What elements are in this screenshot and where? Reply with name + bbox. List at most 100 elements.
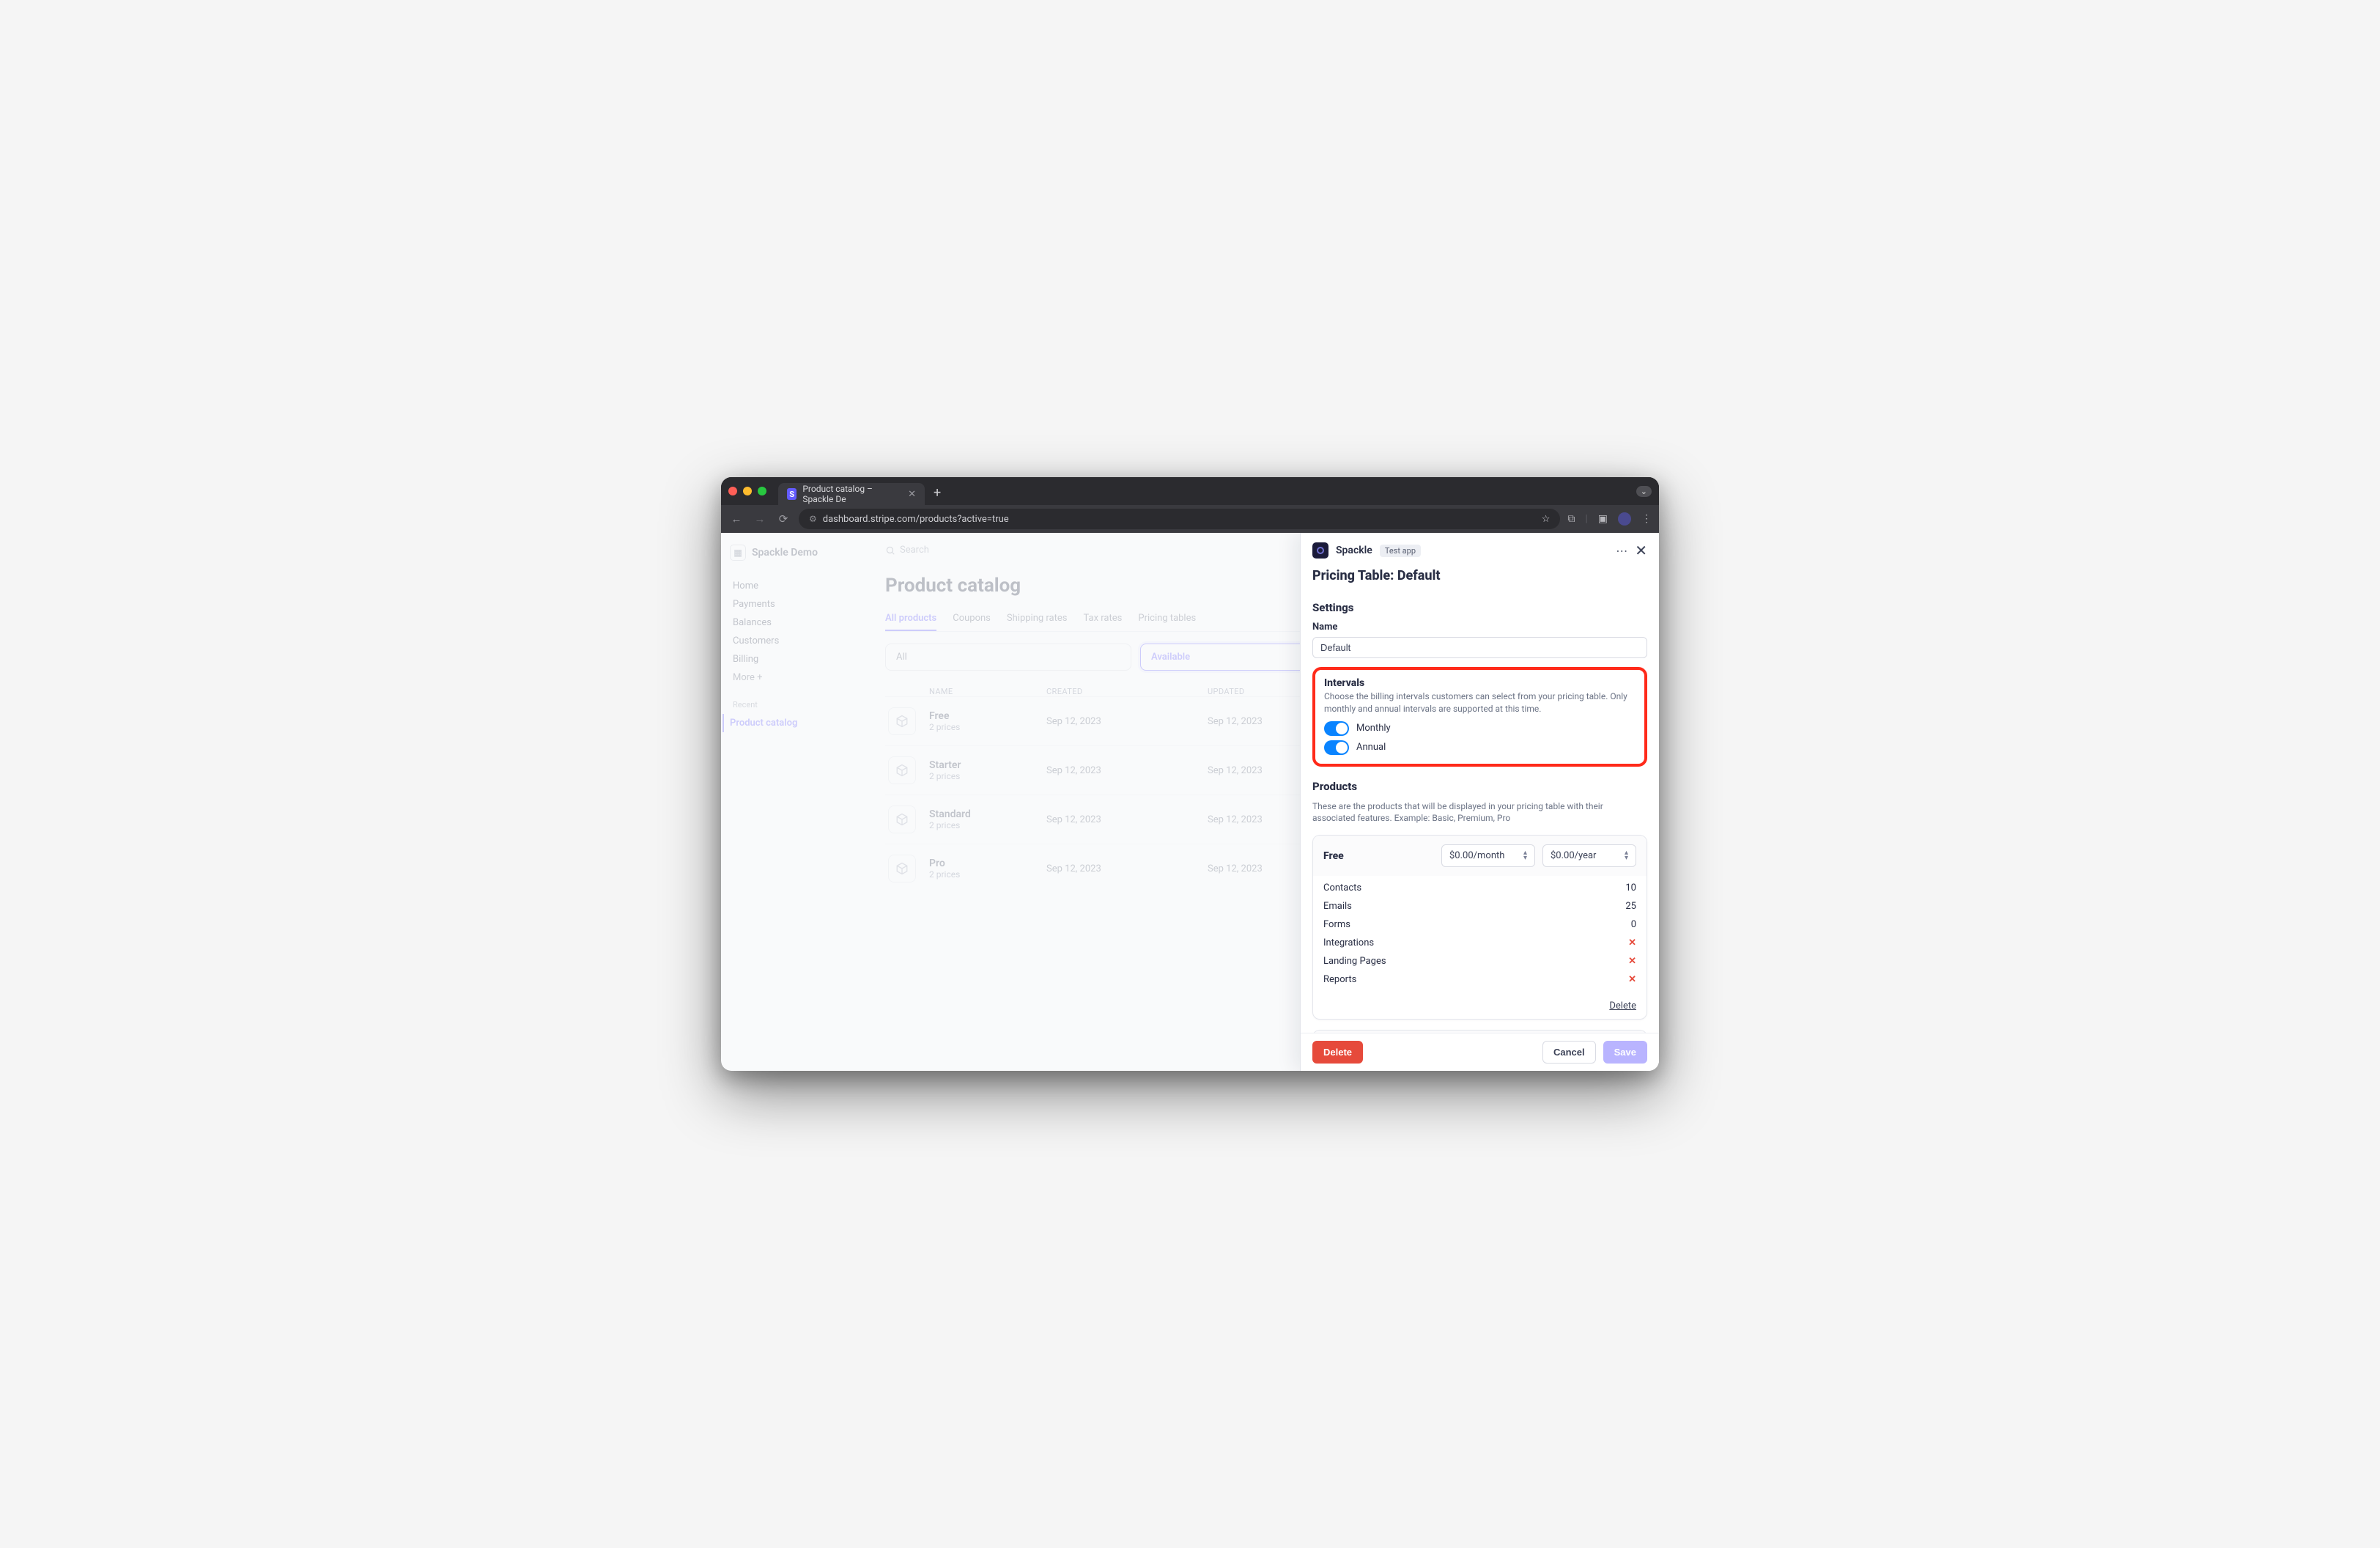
extensions-icon[interactable]: ⧉ xyxy=(1567,513,1575,525)
created-cell: Sep 12, 2023 xyxy=(1046,765,1208,776)
pricing-card-free: Free $0.00/month ▴▾ $0.00/year ▴▾ Contac… xyxy=(1312,835,1647,1020)
tab-coupons[interactable]: Coupons xyxy=(953,607,991,631)
intervals-callout: Intervals Choose the billing intervals c… xyxy=(1312,667,1647,767)
drawer-footer: Delete Cancel Save xyxy=(1301,1033,1659,1071)
product-sub: 2 prices xyxy=(929,771,1046,781)
browser-tab-bar: S Product catalog – Spackle De ✕ + ⌄ xyxy=(721,477,1659,505)
intervals-description: Choose the billing intervals customers c… xyxy=(1324,690,1636,715)
monthly-label: Monthly xyxy=(1356,723,1391,734)
product-sub: 2 prices xyxy=(929,820,1046,830)
year-price-value: $0.00/year xyxy=(1551,850,1596,861)
bookmark-star-icon[interactable]: ☆ xyxy=(1542,514,1551,525)
sidebar: ▦ Spackle Demo Home Payments Balances Cu… xyxy=(721,533,868,1071)
forward-button[interactable]: → xyxy=(752,512,768,526)
created-cell: Sep 12, 2023 xyxy=(1046,716,1208,727)
package-icon xyxy=(888,707,916,735)
pricing-table-drawer: Spackle Test app ⋯ ✕ Pricing Table: Defa… xyxy=(1300,533,1659,1071)
close-icon[interactable]: ✕ xyxy=(1635,542,1647,559)
product-name: Pro xyxy=(929,858,1046,869)
workspace-name: Spackle Demo xyxy=(752,547,818,559)
browser-tab[interactable]: S Product catalog – Spackle De ✕ xyxy=(778,483,925,505)
month-price-value: $0.00/month xyxy=(1449,850,1504,861)
search-placeholder: Search xyxy=(900,545,929,556)
spackle-logo-icon xyxy=(1312,542,1328,559)
card-name: Free xyxy=(1323,850,1434,862)
minimize-window-icon[interactable] xyxy=(743,487,752,495)
chevron-updown-icon: ▴▾ xyxy=(1523,849,1527,862)
drawer-header: Spackle Test app ⋯ ✕ xyxy=(1301,533,1659,568)
package-icon xyxy=(888,855,916,882)
page-title: Product catalog xyxy=(885,575,1021,597)
nav-billing[interactable]: Billing xyxy=(730,650,859,668)
test-app-pill: Test app xyxy=(1380,545,1421,557)
settings-heading: Settings xyxy=(1312,601,1647,614)
tab-overflow-button[interactable]: ⌄ xyxy=(1636,486,1652,497)
divider-icon: | xyxy=(1585,513,1587,525)
x-icon: ✕ xyxy=(1628,937,1636,948)
stripe-app: ▦ Spackle Demo Home Payments Balances Cu… xyxy=(721,533,1659,1071)
nav-home[interactable]: Home xyxy=(730,577,859,595)
menu-icon[interactable]: ⋮ xyxy=(1641,513,1652,525)
workspace-switcher[interactable]: ▦ Spackle Demo xyxy=(730,545,859,561)
feature-row: Forms0 xyxy=(1323,915,1636,934)
maximize-window-icon[interactable] xyxy=(758,487,766,495)
nav-customers[interactable]: Customers xyxy=(730,632,859,650)
site-settings-icon[interactable]: ⚙ xyxy=(809,514,817,524)
nav-more[interactable]: More + xyxy=(730,668,859,687)
address-bar[interactable]: ⚙ dashboard.stripe.com/products?active=t… xyxy=(799,509,1560,529)
package-icon xyxy=(888,756,916,784)
product-name: Starter xyxy=(929,759,1046,771)
panel-icon[interactable]: ▣ xyxy=(1598,513,1608,525)
x-icon: ✕ xyxy=(1628,956,1636,967)
more-icon[interactable]: ⋯ xyxy=(1616,544,1627,558)
col-name: NAME xyxy=(929,687,1046,696)
nav-product-catalog[interactable]: Product catalog xyxy=(722,714,859,732)
nav-balances[interactable]: Balances xyxy=(730,613,859,632)
package-icon xyxy=(888,806,916,833)
primary-nav: Home Payments Balances Customers Billing… xyxy=(730,577,859,687)
product-sub: 2 prices xyxy=(929,869,1046,880)
profile-avatar[interactable] xyxy=(1618,512,1631,526)
delete-button[interactable]: Delete xyxy=(1312,1041,1363,1064)
name-label: Name xyxy=(1312,622,1647,633)
close-tab-icon[interactable]: ✕ xyxy=(908,489,916,500)
stripe-favicon-icon: S xyxy=(787,488,797,500)
tab-all-products[interactable]: All products xyxy=(885,607,936,631)
reload-button[interactable]: ⟳ xyxy=(775,512,791,526)
product-name: Standard xyxy=(929,808,1046,820)
chevron-updown-icon: ▴▾ xyxy=(1625,849,1628,862)
tab-shipping-rates[interactable]: Shipping rates xyxy=(1007,607,1068,631)
cancel-button[interactable]: Cancel xyxy=(1542,1041,1596,1064)
drawer-body: Settings Name Intervals Choose the billi… xyxy=(1301,594,1659,1033)
nav-payments[interactable]: Payments xyxy=(730,595,859,613)
year-price-select[interactable]: $0.00/year ▴▾ xyxy=(1542,844,1636,867)
browser-toolbar: ← → ⟳ ⚙ dashboard.stripe.com/products?ac… xyxy=(721,505,1659,533)
x-icon: ✕ xyxy=(1628,974,1636,985)
name-field[interactable] xyxy=(1312,637,1647,658)
product-sub: 2 prices xyxy=(929,722,1046,732)
monthly-toggle[interactable] xyxy=(1324,721,1349,736)
browser-window: S Product catalog – Spackle De ✕ + ⌄ ← →… xyxy=(721,477,1659,1071)
feature-row: Contacts10 xyxy=(1323,879,1636,897)
workspace-logo-icon: ▦ xyxy=(730,545,746,561)
new-tab-button[interactable]: + xyxy=(934,485,941,501)
products-heading: Products xyxy=(1312,780,1647,793)
drawer-title: Pricing Table: Default xyxy=(1301,568,1659,594)
card-delete-link[interactable]: Delete xyxy=(1609,1000,1636,1011)
feature-row: Integrations✕ xyxy=(1323,934,1636,952)
search-icon xyxy=(885,545,895,556)
seg-all[interactable]: All xyxy=(885,644,1131,671)
tab-tax-rates[interactable]: Tax rates xyxy=(1084,607,1123,631)
back-button[interactable]: ← xyxy=(728,512,744,526)
save-button[interactable]: Save xyxy=(1603,1041,1647,1064)
tab-pricing-tables[interactable]: Pricing tables xyxy=(1138,607,1196,631)
url-text: dashboard.stripe.com/products?active=tru… xyxy=(823,514,1009,525)
tab-title: Product catalog – Spackle De xyxy=(802,484,899,504)
close-window-icon[interactable] xyxy=(728,487,737,495)
product-name: Free xyxy=(929,710,1046,722)
created-cell: Sep 12, 2023 xyxy=(1046,863,1208,874)
feature-row: Emails25 xyxy=(1323,897,1636,915)
month-price-select[interactable]: $0.00/month ▴▾ xyxy=(1441,844,1535,867)
annual-toggle[interactable] xyxy=(1324,740,1349,755)
created-cell: Sep 12, 2023 xyxy=(1046,814,1208,825)
